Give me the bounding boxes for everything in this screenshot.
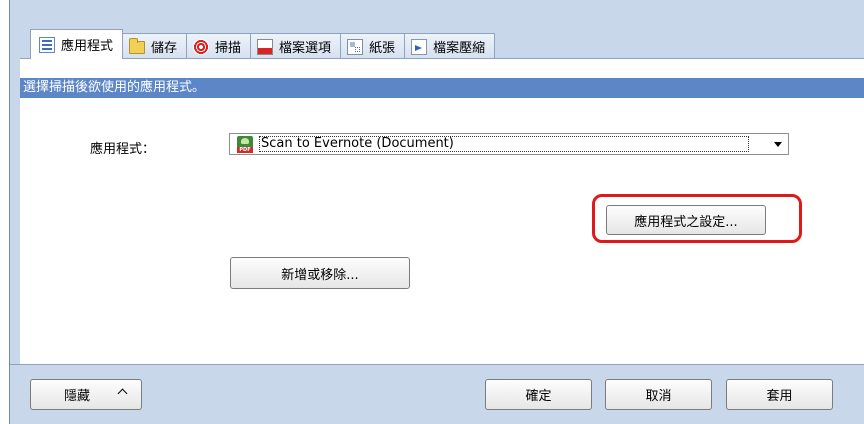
application-select-value: Scan to Evernote (Document) xyxy=(259,136,749,152)
tab-save[interactable]: 儲存 xyxy=(122,33,188,59)
instruction-bar: 選擇掃描後欲使用的應用程式。 xyxy=(20,78,864,98)
application-settings-button[interactable]: 應用程式之設定... xyxy=(606,205,766,235)
tab-paper[interactable]: 紙張 xyxy=(340,33,406,59)
dropdown-arrow-icon[interactable] xyxy=(774,142,782,147)
tab-application[interactable]: 應用程式 xyxy=(30,29,124,59)
tab-file-option-label: 檔案選項 xyxy=(279,41,332,56)
scan-icon xyxy=(193,38,210,55)
tab-scan[interactable]: 掃描 xyxy=(186,33,252,59)
tab-compression[interactable]: 檔案壓縮 xyxy=(404,33,496,59)
scan-settings-window: 應用程式 儲存 掃描 檔案選項 紙張 檔案壓縮 選擇掃描後欲使用的應用程式。 應… xyxy=(9,0,864,424)
tab-file-option[interactable]: 檔案選項 xyxy=(250,33,342,59)
evernote-pdf-icon xyxy=(237,136,253,153)
compression-icon xyxy=(411,38,428,55)
tab-paper-label: 紙張 xyxy=(369,41,396,56)
cancel-button[interactable]: 取消 xyxy=(605,379,712,410)
add-or-remove-button[interactable]: 新增或移除... xyxy=(230,257,410,289)
apply-button[interactable]: 套用 xyxy=(726,379,833,410)
tab-application-label: 應用程式 xyxy=(61,39,114,54)
ok-button[interactable]: 確定 xyxy=(485,379,592,410)
tab-strip: 應用程式 儲存 掃描 檔案選項 紙張 檔案壓縮 xyxy=(30,29,496,59)
application-list-icon xyxy=(39,36,55,53)
tab-compression-label: 檔案壓縮 xyxy=(433,41,486,56)
application-panel: 選擇掃描後欲使用的應用程式。 應用程式： Scan to Evernote (D… xyxy=(20,58,864,364)
tab-scan-label: 掃描 xyxy=(215,41,242,56)
bottom-divider xyxy=(10,364,864,365)
application-select[interactable]: Scan to Evernote (Document) xyxy=(229,133,789,155)
file-option-icon xyxy=(257,38,274,55)
hide-button[interactable]: 隱藏 xyxy=(30,379,142,410)
folder-icon xyxy=(129,38,146,54)
hide-button-label: 隱藏 xyxy=(64,389,91,404)
application-label: 應用程式： xyxy=(90,142,156,157)
tab-save-label: 儲存 xyxy=(151,41,178,56)
paper-icon xyxy=(347,38,364,55)
chevron-up-icon xyxy=(117,388,128,399)
